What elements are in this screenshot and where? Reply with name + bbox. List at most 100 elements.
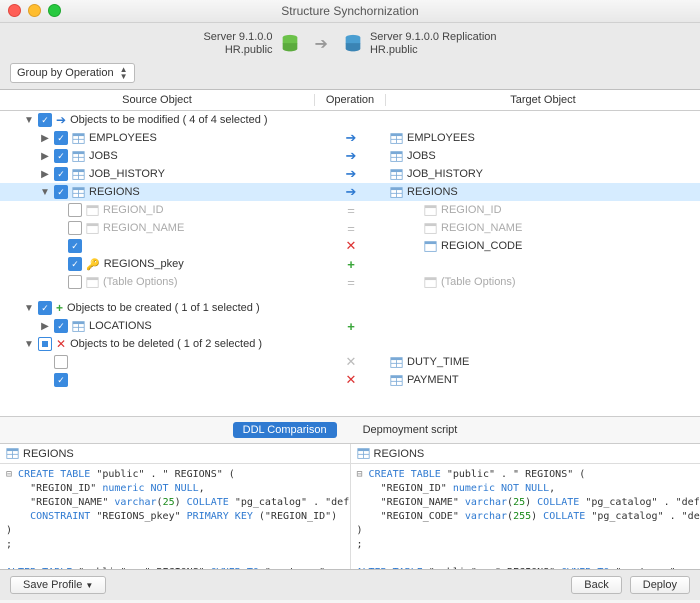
row-region-id[interactable]: REGION_ID = REGION_ID <box>0 201 700 219</box>
plus-icon: + <box>56 301 63 315</box>
op-modify-icon: ➔ <box>316 166 386 182</box>
x-icon: ✕ <box>56 337 66 351</box>
checkbox[interactable] <box>68 275 82 289</box>
minimize-icon[interactable] <box>28 4 41 17</box>
checkbox[interactable] <box>38 337 52 351</box>
arrow-right-icon: ➔ <box>315 34 328 54</box>
row-regions[interactable]: ▼✓REGIONS ➔ REGIONS <box>0 183 700 201</box>
ddl-tabs: DDL Comparison Depmoyment script <box>0 416 700 443</box>
table-icon <box>72 150 85 163</box>
checkbox[interactable] <box>68 221 82 235</box>
checkbox[interactable]: ✓ <box>38 113 52 127</box>
target-label: PAYMENT <box>407 374 459 386</box>
checkbox[interactable] <box>54 355 68 369</box>
source-label: REGION_NAME <box>103 222 184 234</box>
group-modify[interactable]: ▼✓➔Objects to be modified ( 4 of 4 selec… <box>0 111 700 129</box>
disclosure-icon[interactable]: ▼ <box>24 115 34 126</box>
op-modify-icon: ➔ <box>316 130 386 146</box>
tab-deployment-script[interactable]: Depmoyment script <box>353 422 468 438</box>
source-server-name: Server 9.1.0.0 <box>203 31 272 44</box>
database-icon <box>279 33 301 55</box>
target-label: JOB_HISTORY <box>407 168 483 180</box>
target-label: REGION_CODE <box>441 240 522 252</box>
column-icon <box>86 204 99 217</box>
checkbox[interactable]: ✓ <box>54 185 68 199</box>
disclosure-icon[interactable]: ▶ <box>40 321 50 332</box>
tab-ddl-comparison[interactable]: DDL Comparison <box>233 422 337 438</box>
disclosure-icon[interactable]: ▶ <box>40 169 50 180</box>
checkbox[interactable]: ✓ <box>68 257 82 271</box>
zoom-icon[interactable] <box>48 4 61 17</box>
ddl-left-sql[interactable]: ⊟ CREATE TABLE "public" . " REGIONS" ( "… <box>0 464 350 569</box>
checkbox[interactable]: ✓ <box>38 301 52 315</box>
source-label: JOB_HISTORY <box>89 168 165 180</box>
column-icon <box>424 204 437 217</box>
source-label: EMPLOYEES <box>89 132 157 144</box>
target-server-name: Server 9.1.0.0 Replication <box>370 31 497 44</box>
column-icon <box>424 240 437 253</box>
table-icon <box>390 150 403 163</box>
checkbox[interactable] <box>68 203 82 217</box>
row-employees[interactable]: ▶ ✓ EMPLOYEES ➔ EMPLOYEES <box>0 129 700 147</box>
table-icon <box>390 374 403 387</box>
checkbox[interactable]: ✓ <box>54 319 68 333</box>
table-icon <box>72 132 85 145</box>
target-label: JOBS <box>407 150 436 162</box>
row-payment[interactable]: ✓ ✕ PAYMENT <box>0 371 700 389</box>
disclosure-icon[interactable]: ▼ <box>40 187 50 198</box>
disclosure-icon[interactable]: ▼ <box>24 303 34 314</box>
titlebar: Structure Synchornization <box>0 0 700 23</box>
row-region-name[interactable]: REGION_NAME = REGION_NAME <box>0 219 700 237</box>
key-icon: 🔑 <box>86 258 100 271</box>
group-by-dropdown[interactable]: Group by Operation ▲▼ <box>10 63 135 83</box>
row-jobs[interactable]: ▶✓JOBS ➔ JOBS <box>0 147 700 165</box>
checkbox[interactable]: ✓ <box>54 373 68 387</box>
disclosure-icon[interactable]: ▼ <box>24 339 34 350</box>
ddl-right-header: REGIONS <box>351 444 700 464</box>
checkbox[interactable]: ✓ <box>54 167 68 181</box>
table-icon <box>72 168 85 181</box>
target-label: DUTY_TIME <box>407 356 469 368</box>
row-duty-time[interactable]: ✕ DUTY_TIME <box>0 353 700 371</box>
table-icon <box>86 276 99 289</box>
group-delete[interactable]: ▼✕Objects to be deleted ( 1 of 2 selecte… <box>0 335 700 353</box>
source-label: REGIONS_pkey <box>104 258 184 270</box>
object-tree[interactable]: ▼✓➔Objects to be modified ( 4 of 4 selec… <box>0 111 700 416</box>
op-modify-icon: ➔ <box>316 148 386 164</box>
column-icon <box>86 222 99 235</box>
column-headers: Source Object Operation Target Object <box>0 90 700 111</box>
table-icon <box>390 168 403 181</box>
row-regions-pkey[interactable]: ✓ 🔑 REGIONS_pkey + <box>0 255 700 273</box>
col-operation: Operation <box>315 94 386 106</box>
group-create[interactable]: ▼✓+Objects to be created ( 1 of 1 select… <box>0 299 700 317</box>
ddl-left-pane: REGIONS ⊟ CREATE TABLE "public" . " REGI… <box>0 444 351 569</box>
disclosure-icon[interactable]: ▶ <box>40 151 50 162</box>
close-icon[interactable] <box>8 4 21 17</box>
target-label: REGION_ID <box>441 204 502 216</box>
checkbox[interactable]: ✓ <box>54 149 68 163</box>
server-info: Server 9.1.0.0 HR.public ➔ Server 9.1.0.… <box>10 31 690 57</box>
op-add-icon: + <box>316 257 386 272</box>
op-equal-icon: = <box>316 275 386 290</box>
checkbox[interactable]: ✓ <box>68 239 82 253</box>
row-region-code[interactable]: ✓ ✕ REGION_CODE <box>0 237 700 255</box>
header: Server 9.1.0.0 HR.public ➔ Server 9.1.0.… <box>0 23 700 90</box>
table-icon <box>390 356 403 369</box>
target-label: EMPLOYEES <box>407 132 475 144</box>
target-server-schema: HR.public <box>370 44 497 57</box>
row-job-history[interactable]: ▶ ✓ JOB_HISTORY ➔ JOB_HISTORY <box>0 165 700 183</box>
table-icon <box>390 186 403 199</box>
source-label: REGIONS <box>89 186 140 198</box>
window-controls <box>8 4 61 17</box>
back-button[interactable]: Back <box>571 576 621 594</box>
disclosure-icon[interactable]: ▶ <box>40 133 50 144</box>
checkbox[interactable]: ✓ <box>54 131 68 145</box>
row-table-options[interactable]: (Table Options) = (Table Options) <box>0 273 700 291</box>
deploy-button[interactable]: Deploy <box>630 576 690 594</box>
row-locations[interactable]: ▶✓LOCATIONS + <box>0 317 700 335</box>
ddl-left-header: REGIONS <box>0 444 350 464</box>
save-profile-button[interactable]: Save Profile ▼ <box>10 576 106 594</box>
op-equal-icon: = <box>316 221 386 236</box>
arrow-right-icon: ➔ <box>56 113 66 127</box>
ddl-right-sql[interactable]: ⊟ CREATE TABLE "public" . " REGIONS" ( "… <box>351 464 700 569</box>
